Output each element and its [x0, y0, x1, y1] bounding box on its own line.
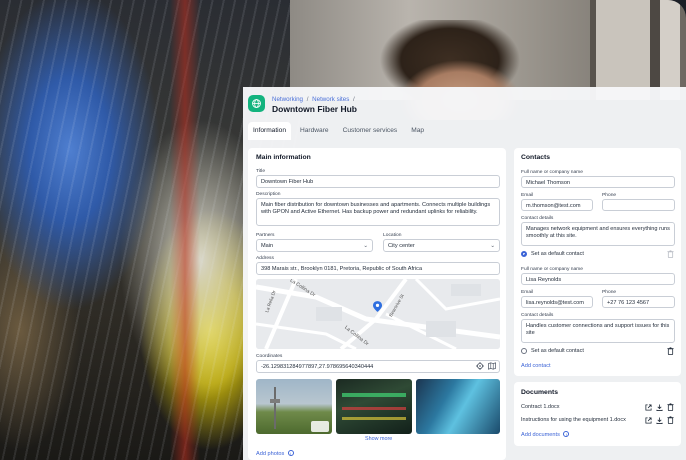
add-documents-label: Add documents — [521, 432, 560, 438]
network-icon — [248, 95, 265, 112]
location-label: Location — [383, 233, 402, 238]
document-name[interactable]: Contract 1.docx — [521, 404, 560, 410]
address-label: Address — [256, 256, 274, 261]
document-name[interactable]: Instructions for using the equipment 1.d… — [521, 417, 626, 423]
site-photo-3[interactable] — [416, 379, 500, 434]
site-photo-2[interactable] — [336, 379, 412, 434]
contact-name-label: Full name or company name — [521, 170, 583, 175]
trash-icon[interactable] — [666, 403, 674, 411]
contact-name-label: Full name or company name — [521, 267, 583, 272]
chevron-down-icon: ⌄ — [363, 243, 368, 249]
main-information-heading: Main information — [256, 154, 311, 161]
location-map[interactable]: La Collina Dr La Relia Dr Bearsrive St L… — [256, 279, 500, 349]
location-value: City center — [388, 243, 415, 249]
target-icon[interactable] — [476, 362, 484, 370]
tab-customer-services[interactable]: Customer services — [338, 122, 403, 140]
default-contact-label: Set as default contact — [531, 348, 584, 354]
contact-email-label: Email — [521, 193, 534, 198]
partners-label: Partners — [256, 233, 275, 238]
description-label: Description — [256, 192, 281, 197]
add-photos-link[interactable]: Add photos i — [256, 450, 294, 457]
trash-icon[interactable] — [666, 250, 674, 258]
title-input[interactable]: Downtown Fiber Hub — [256, 175, 500, 188]
add-documents-link[interactable]: Add documents i — [521, 431, 570, 438]
contact-name-input[interactable]: Michael Thomson — [521, 176, 675, 188]
add-photos-label: Add photos — [256, 451, 285, 457]
contacts-card: Contacts Full name or company name Micha… — [514, 148, 681, 376]
window-frame — [590, 0, 680, 100]
info-icon: i — [287, 450, 294, 456]
tab-map[interactable]: Map — [406, 122, 429, 140]
tab-hardware[interactable]: Hardware — [295, 122, 334, 140]
default-contact-radio[interactable] — [521, 348, 527, 354]
chevron-down-icon: ⌄ — [490, 243, 495, 249]
breadcrumb-network-sites[interactable]: Network sites — [312, 96, 349, 103]
tab-information[interactable]: Information — [248, 122, 291, 140]
location-select[interactable]: City center ⌄ — [383, 239, 500, 252]
photo-actions[interactable] — [311, 421, 329, 432]
contact-phone-input[interactable]: +27 76 123 4567 — [602, 296, 675, 308]
contact-details-label: Contact details — [521, 216, 554, 221]
page-header: Networking / Network sites / Downtown Fi… — [243, 87, 686, 140]
trash-icon[interactable] — [666, 347, 674, 355]
tab-bar: Information Hardware Customer services M… — [248, 122, 429, 140]
contact-details-textarea[interactable]: Manages network equipment and ensures ev… — [521, 222, 675, 246]
page-title: Downtown Fiber Hub — [272, 104, 357, 114]
breadcrumb-networking[interactable]: Networking — [272, 96, 303, 103]
contact-name-input[interactable]: Lisa Reynolds — [521, 273, 675, 285]
documents-heading: Documents — [521, 389, 559, 396]
breadcrumb-separator: / — [353, 96, 355, 103]
contact-email-input[interactable]: lisa.reynolds@test.com — [521, 296, 593, 308]
add-contact-link[interactable]: Add contact — [521, 363, 551, 369]
default-contact-label: Set as default contact — [531, 251, 584, 257]
external-link-icon[interactable] — [644, 416, 652, 424]
coordinates-value: -26.129831284977897,27.978695640340444 — [261, 364, 374, 370]
default-contact-radio[interactable] — [521, 251, 527, 257]
description-textarea[interactable]: Main fiber distribution for downtown bus… — [256, 198, 500, 226]
coordinates-label: Coordinates — [256, 354, 283, 359]
external-link-icon[interactable] — [644, 403, 652, 411]
partners-select[interactable]: Main ⌄ — [256, 239, 373, 252]
contact-details-textarea[interactable]: Handles customer connections and support… — [521, 319, 675, 343]
download-icon[interactable] — [655, 403, 663, 411]
coordinates-input[interactable]: -26.129831284977897,27.978695640340444 — [256, 360, 500, 373]
contact-email-label: Email — [521, 290, 534, 295]
contact-email-input[interactable]: m.thomson@test.com — [521, 199, 593, 211]
contact-details-label: Contact details — [521, 313, 554, 318]
title-label: Title — [256, 169, 266, 174]
trash-icon[interactable] — [666, 416, 674, 424]
breadcrumb: Networking / Network sites / — [272, 96, 357, 103]
show-more-link[interactable]: Show more — [365, 436, 392, 442]
partners-value: Main — [261, 243, 274, 249]
map-icon[interactable] — [488, 362, 496, 370]
address-input[interactable]: 398 Marais str., Brooklyn 0181, Pretoria… — [256, 262, 500, 275]
contact-phone-label: Phone — [602, 193, 617, 198]
contact-phone-input[interactable] — [602, 199, 675, 211]
main-information-card: Main information Title Downtown Fiber Hu… — [248, 148, 506, 460]
contact-phone-label: Phone — [602, 290, 617, 295]
download-icon[interactable] — [655, 416, 663, 424]
breadcrumb-separator: / — [306, 96, 309, 103]
documents-card: Documents Contract 1.docx Instructions f… — [514, 382, 681, 446]
site-detail-panel: Networking / Network sites / Downtown Fi… — [243, 87, 686, 460]
info-icon: i — [563, 431, 570, 437]
contacts-heading: Contacts — [521, 154, 551, 161]
site-photo-1[interactable] — [256, 379, 332, 434]
